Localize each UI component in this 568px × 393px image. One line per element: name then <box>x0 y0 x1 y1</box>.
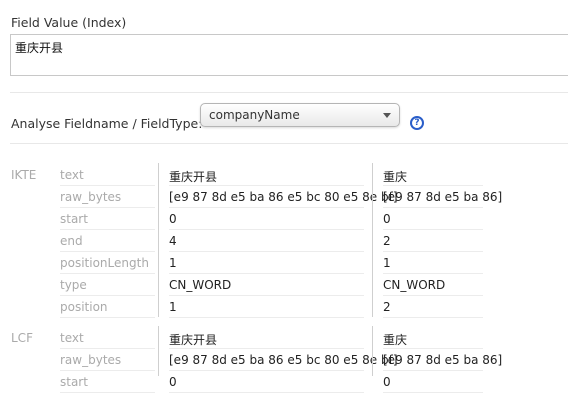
token-value: 0 <box>169 212 177 226</box>
row-divider <box>383 251 483 252</box>
row-divider <box>60 207 155 208</box>
token-value: [e9 87 8d e5 ba 86 e5 bc 80 e5 8e bf] <box>169 190 398 204</box>
token-value: CN_WORD <box>383 278 446 292</box>
divider <box>10 92 568 93</box>
row-divider <box>169 229 364 230</box>
token-property-label: raw_bytes <box>60 353 122 367</box>
help-icon[interactable]: ? <box>410 116 424 130</box>
row-divider <box>60 185 155 186</box>
row-divider <box>60 370 155 371</box>
analyzer-name: LCF <box>11 331 33 345</box>
fieldtype-select[interactable]: companyName <box>200 103 400 127</box>
token-property-label: text <box>60 168 84 182</box>
token-value: 1 <box>383 256 391 270</box>
token-column-divider <box>372 326 373 376</box>
row-divider <box>383 317 483 318</box>
row-divider <box>169 370 364 371</box>
row-divider <box>169 317 364 318</box>
token-column-divider <box>372 163 373 317</box>
field-value-input[interactable]: 重庆开县 <box>10 34 568 76</box>
token-value: 0 <box>383 212 391 226</box>
token-property-label: end <box>60 234 83 248</box>
row-divider <box>169 185 364 186</box>
token-value: 重庆 <box>383 170 408 184</box>
row-divider <box>60 295 155 296</box>
divider <box>10 143 568 144</box>
token-value: [e9 87 8d e5 ba 86] <box>383 190 503 204</box>
row-divider <box>383 370 483 371</box>
row-divider <box>383 207 483 208</box>
token-column-divider <box>158 163 159 317</box>
row-divider <box>169 207 364 208</box>
token-property-label: raw_bytes <box>60 190 122 204</box>
row-divider <box>383 295 483 296</box>
token-value: [e9 87 8d e5 ba 86 e5 bc 80 e5 8e bf] <box>169 353 398 367</box>
row-divider <box>383 229 483 230</box>
token-value: 2 <box>383 234 391 248</box>
token-value: 重庆 <box>383 333 408 347</box>
token-value: CN_WORD <box>169 278 232 292</box>
field-value-label: Field Value (Index) <box>11 15 127 30</box>
row-divider <box>60 251 155 252</box>
row-divider <box>169 295 364 296</box>
token-value: 0 <box>169 375 177 389</box>
token-value: 2 <box>383 300 391 314</box>
token-property-label: positionLength <box>60 256 149 270</box>
token-value: 4 <box>169 234 177 248</box>
token-value: 1 <box>169 256 177 270</box>
row-divider <box>383 273 483 274</box>
token-property-label: start <box>60 212 88 226</box>
row-divider <box>60 229 155 230</box>
row-divider <box>60 317 155 318</box>
fieldtype-select-value: companyName <box>209 108 300 122</box>
token-value: [e9 87 8d e5 ba 86] <box>383 353 503 367</box>
token-property-label: text <box>60 331 84 345</box>
row-divider <box>60 273 155 274</box>
chevron-down-icon <box>383 113 391 118</box>
token-property-label: position <box>60 300 108 314</box>
token-property-label: start <box>60 375 88 389</box>
row-divider <box>60 348 155 349</box>
row-divider <box>169 251 364 252</box>
token-value: 0 <box>383 375 391 389</box>
row-divider <box>383 185 483 186</box>
row-divider <box>169 348 364 349</box>
token-property-label: type <box>60 278 87 292</box>
analyzer-name: IKTE <box>11 168 37 182</box>
analyse-fieldtype-label: Analyse Fieldname / FieldType: <box>11 116 203 131</box>
token-value: 重庆开县 <box>169 170 218 184</box>
token-value: 1 <box>169 300 177 314</box>
row-divider <box>169 273 364 274</box>
token-column-divider <box>158 326 159 376</box>
token-value: 重庆开县 <box>169 333 218 347</box>
row-divider <box>383 348 483 349</box>
